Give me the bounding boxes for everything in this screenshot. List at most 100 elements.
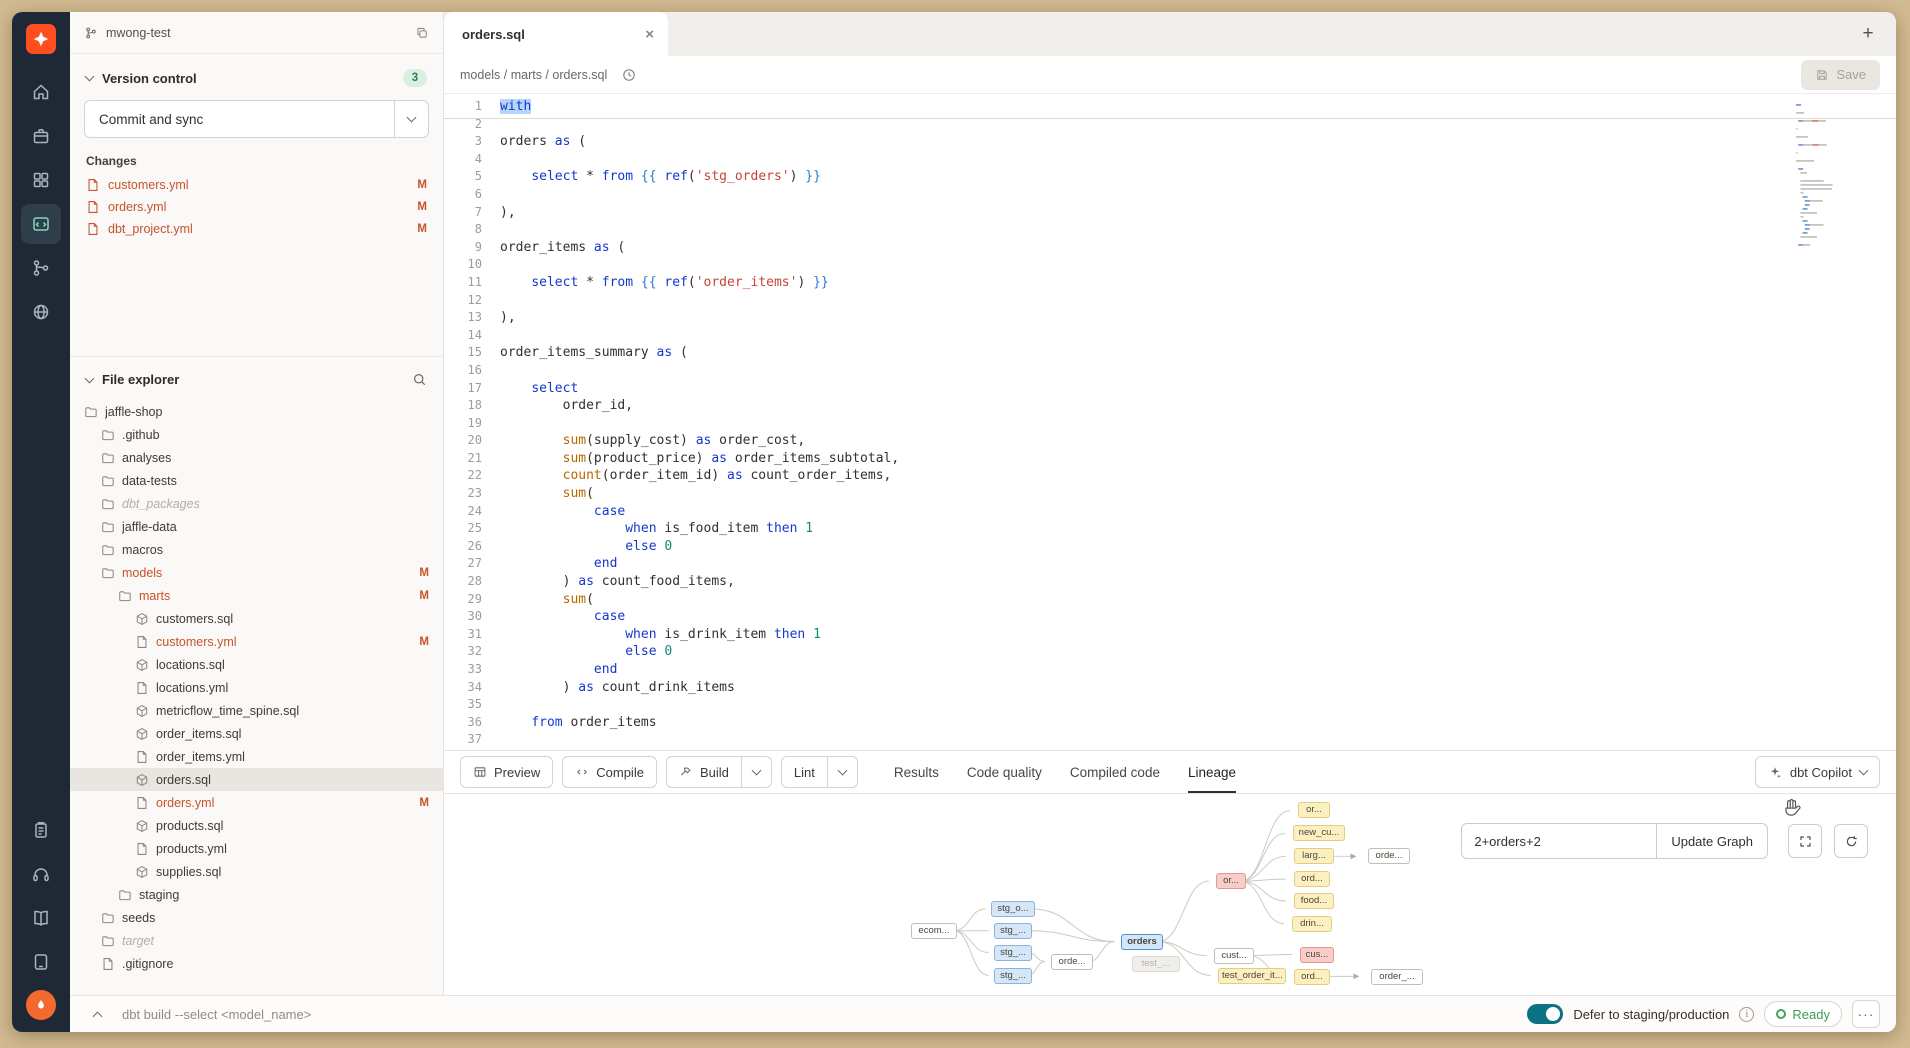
fullscreen-icon[interactable] — [1788, 824, 1822, 858]
tree-item[interactable]: products.yml — [70, 837, 443, 860]
changed-file-row[interactable]: dbt_project.ymlM — [70, 218, 443, 240]
lineage-node[interactable]: new_cu... — [1293, 825, 1345, 841]
more-options-button[interactable]: ··· — [1852, 1000, 1880, 1028]
user-avatar[interactable] — [26, 990, 56, 1020]
tree-item[interactable]: products.sql — [70, 814, 443, 837]
home-icon[interactable] — [21, 72, 61, 112]
tree-item[interactable]: metricflow_time_spine.sql — [70, 699, 443, 722]
lineage-node[interactable]: drin... — [1292, 916, 1332, 932]
save-button[interactable]: Save — [1801, 60, 1880, 90]
tree-item[interactable]: modelsM — [70, 561, 443, 584]
tree-item[interactable]: staging — [70, 883, 443, 906]
dashboard-icon[interactable] — [21, 160, 61, 200]
lineage-node[interactable]: orders — [1121, 934, 1163, 950]
develop-icon[interactable] — [21, 116, 61, 156]
build-dropdown[interactable] — [742, 756, 772, 788]
code-line: 12 — [444, 292, 1896, 310]
close-tab-icon[interactable]: × — [645, 26, 654, 43]
lineage-node[interactable]: test_... — [1132, 956, 1180, 972]
lineage-node[interactable]: ord... — [1294, 871, 1330, 887]
tab-compiled-code[interactable]: Compiled code — [1070, 751, 1160, 793]
tree-item[interactable]: order_items.sql — [70, 722, 443, 745]
lineage-node[interactable]: or... — [1216, 873, 1246, 889]
preview-button[interactable]: Preview — [460, 756, 553, 788]
commit-and-sync-button[interactable]: Commit and sync — [84, 100, 429, 138]
dbt-copilot-button[interactable]: dbt Copilot — [1755, 756, 1880, 788]
code-editor[interactable]: 1with2 3orders as (4 5 select * from {{ … — [444, 94, 1896, 750]
compile-button[interactable]: Compile — [562, 756, 657, 788]
tree-item[interactable]: target — [70, 929, 443, 952]
notebook-icon[interactable] — [21, 942, 61, 982]
lineage-selector-input[interactable] — [1461, 823, 1657, 859]
changelog-icon[interactable] — [21, 810, 61, 850]
lineage-panel[interactable]: ecom...stg_o...stg_...stg_...stg_...orde… — [444, 794, 1896, 995]
tab-orders-sql[interactable]: orders.sql × — [444, 12, 668, 56]
changed-file-row[interactable]: customers.ymlM — [70, 174, 443, 196]
ide-icon[interactable] — [21, 204, 61, 244]
tree-item[interactable]: orders.sql — [70, 768, 443, 791]
tree-item[interactable]: order_items.yml — [70, 745, 443, 768]
tree-item[interactable]: .github — [70, 423, 443, 446]
tab-results[interactable]: Results — [894, 751, 939, 793]
lineage-node[interactable]: orde... — [1368, 848, 1410, 864]
lineage-node[interactable]: ecom... — [911, 923, 957, 939]
tree-item[interactable]: dbt_packages — [70, 492, 443, 515]
line-number: 29 — [444, 591, 500, 609]
tree-item[interactable]: supplies.sql — [70, 860, 443, 883]
tab-code-quality[interactable]: Code quality — [967, 751, 1042, 793]
tree-item[interactable]: macros — [70, 538, 443, 561]
lineage-node[interactable]: or... — [1298, 802, 1330, 818]
lint-button[interactable]: Lint — [781, 756, 828, 788]
tree-item[interactable]: locations.yml — [70, 676, 443, 699]
build-button[interactable]: Build — [666, 756, 742, 788]
ready-status-badge[interactable]: Ready — [1764, 1001, 1842, 1027]
tree-item[interactable]: orders.ymlM — [70, 791, 443, 814]
tree-item[interactable]: customers.ymlM — [70, 630, 443, 653]
code-line: 36 from order_items — [444, 714, 1896, 732]
lineage-node[interactable]: food... — [1294, 893, 1334, 909]
refresh-icon[interactable] — [1834, 824, 1868, 858]
tab-lineage[interactable]: Lineage — [1188, 751, 1236, 793]
expand-panel-icon[interactable] — [86, 1003, 108, 1025]
lineage-node[interactable]: cus... — [1300, 947, 1334, 963]
lineage-node[interactable]: cust... — [1214, 948, 1254, 964]
docs-icon[interactable] — [21, 898, 61, 938]
copy-icon[interactable] — [415, 26, 429, 40]
tree-item[interactable]: analyses — [70, 446, 443, 469]
defer-toggle[interactable] — [1527, 1004, 1563, 1024]
tree-item[interactable]: data-tests — [70, 469, 443, 492]
tree-item[interactable]: .gitignore — [70, 952, 443, 975]
file-explorer-header[interactable]: File explorer — [70, 356, 443, 396]
tree-item[interactable]: martsM — [70, 584, 443, 607]
code-line: 13), — [444, 309, 1896, 327]
lineage-node[interactable]: larg... — [1294, 848, 1334, 864]
lint-dropdown[interactable] — [828, 756, 858, 788]
new-tab-button[interactable]: + — [1854, 20, 1882, 48]
version-control-header[interactable]: Version control 3 — [70, 54, 443, 96]
dbt-logo-icon[interactable] — [26, 24, 56, 54]
cli-command[interactable]: dbt build --select <model_name> — [122, 1007, 311, 1022]
commit-dropdown-icon[interactable] — [394, 101, 428, 137]
tree-item[interactable]: jaffle-data — [70, 515, 443, 538]
minimap[interactable] — [1796, 100, 1842, 270]
tree-item[interactable]: locations.sql — [70, 653, 443, 676]
tree-item[interactable]: customers.sql — [70, 607, 443, 630]
lineage-node[interactable]: stg_... — [994, 945, 1032, 961]
lineage-node[interactable]: orde... — [1051, 954, 1093, 970]
file-history-icon[interactable] — [617, 63, 641, 87]
lineage-node[interactable]: ord... — [1294, 969, 1330, 985]
lineage-node[interactable]: stg_... — [994, 923, 1032, 939]
help-icon[interactable] — [21, 854, 61, 894]
update-graph-button[interactable]: Update Graph — [1657, 823, 1768, 859]
search-icon[interactable] — [412, 372, 427, 387]
tree-item[interactable]: seeds — [70, 906, 443, 929]
lineage-node[interactable]: order_... — [1371, 969, 1423, 985]
lineage-node[interactable]: stg_... — [994, 968, 1032, 984]
changed-file-row[interactable]: orders.ymlM — [70, 196, 443, 218]
orchestration-icon[interactable] — [21, 248, 61, 288]
lineage-node[interactable]: stg_o... — [991, 901, 1035, 917]
lineage-node[interactable]: test_order_it... — [1218, 968, 1286, 984]
info-icon[interactable]: i — [1739, 1007, 1754, 1022]
explore-icon[interactable] — [21, 292, 61, 332]
tree-item[interactable]: jaffle-shop — [70, 400, 443, 423]
